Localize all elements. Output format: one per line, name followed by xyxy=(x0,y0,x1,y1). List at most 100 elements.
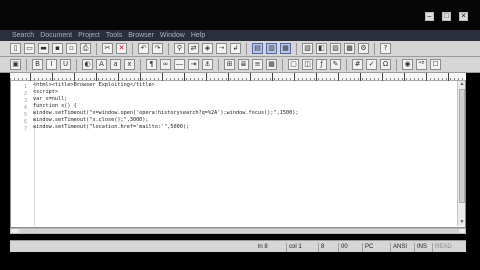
column-ruler xyxy=(10,73,466,81)
bookmark-icon[interactable]: ◈ xyxy=(202,43,213,54)
menu-search[interactable]: Search xyxy=(12,32,34,39)
redo-icon[interactable]: ↷ xyxy=(152,43,163,54)
close-file-icon[interactable]: ✕ xyxy=(116,43,127,54)
ruler-mark xyxy=(52,73,53,81)
image-icon[interactable]: ▩ xyxy=(344,43,355,54)
toolbar-separator xyxy=(246,42,247,55)
ruler-mark xyxy=(162,73,163,81)
rule-icon[interactable]: ― xyxy=(174,59,185,70)
code-line[interactable]: <script> xyxy=(33,89,58,96)
layout-icon[interactable]: ▨ xyxy=(330,43,341,54)
underline-icon[interactable]: U xyxy=(60,59,71,70)
preview-icon[interactable]: ▧ xyxy=(302,43,313,54)
goto-icon[interactable]: ➝ xyxy=(216,43,227,54)
close-button[interactable]: ✕ xyxy=(459,12,468,21)
scroll-down-icon[interactable]: ▼ xyxy=(458,219,466,226)
save-icon[interactable]: ▪ xyxy=(52,43,63,54)
color-picker-icon[interactable]: ◉ xyxy=(402,59,413,70)
ruler-mark xyxy=(448,73,449,81)
indent-icon[interactable]: ⇥ xyxy=(188,59,199,70)
char-icon[interactable]: Ω xyxy=(380,59,391,70)
italic-icon[interactable]: I xyxy=(46,59,57,70)
toolbar-separator xyxy=(218,58,219,71)
table-icon[interactable]: ⊞ xyxy=(224,59,235,70)
print-icon[interactable]: ⎙ xyxy=(80,43,91,54)
line-number: 1 xyxy=(23,84,27,90)
menu-browser[interactable]: Browser xyxy=(128,32,154,39)
script-icon[interactable]: ƒ xyxy=(316,59,327,70)
code-line[interactable]: window.setTimeout("x.close();",3000); xyxy=(33,117,149,124)
anchor-icon[interactable]: ⚓ xyxy=(202,59,213,70)
menu-help[interactable]: Help xyxy=(191,32,205,39)
paragraph-icon[interactable]: ¶ xyxy=(146,59,157,70)
window-controls: – □ ✕ xyxy=(425,12,468,21)
ruler-mark xyxy=(228,73,229,81)
video-letterbox-bottom xyxy=(0,252,480,270)
view-split-icon[interactable]: ▥ xyxy=(266,43,277,54)
superscript-icon[interactable]: x xyxy=(124,59,135,70)
view-design-icon[interactable]: ▦ xyxy=(280,43,291,54)
ruler-mark xyxy=(382,73,383,81)
code-line[interactable]: window.setTimeout("x=window.open('opera:… xyxy=(33,110,298,117)
menu-tools[interactable]: Tools xyxy=(106,32,122,39)
special-icon[interactable]: ☐ xyxy=(430,59,441,70)
ruler-mark xyxy=(360,73,361,81)
ruler-mark xyxy=(294,73,295,81)
vertical-scrollbar[interactable]: ▲ ▼ xyxy=(457,81,465,226)
size-icon[interactable]: a xyxy=(110,59,121,70)
bold-icon[interactable]: B xyxy=(32,59,43,70)
save-all-icon[interactable]: ▫ xyxy=(66,43,77,54)
menu-project[interactable]: Project xyxy=(78,32,100,39)
numbered-list-icon[interactable]: ≡ xyxy=(252,59,263,70)
wrap-icon[interactable]: ↲ xyxy=(230,43,241,54)
horizontal-scroll-thumb[interactable] xyxy=(19,229,459,233)
code-line[interactable]: <html><title>Browser Exploiting</title> xyxy=(33,82,155,89)
status-bar: ln 8 col 1 8 00 PC ANSI INS READ xyxy=(10,240,466,252)
menu-document[interactable]: Document xyxy=(40,32,72,39)
color-icon[interactable]: ◐ xyxy=(82,59,93,70)
horizontal-scrollbar[interactable] xyxy=(10,228,466,234)
image-insert-icon[interactable]: ▦ xyxy=(266,59,277,70)
status-line: ln 8 xyxy=(258,244,268,250)
doc-icon[interactable]: ▣ xyxy=(10,59,21,70)
spell-icon[interactable]: ᴬᴮ xyxy=(416,59,427,70)
toolbar-separator xyxy=(296,42,297,55)
format-toolbar: ▣ B I U ◐ Aa x ¶ ∞ ― ⇥ ⚓ ⊞ ≣ ≡ ▦ ▢ ◫ ƒ ✎ # ✓ Ω ◉ ᴬᴮ ☐ xyxy=(0,57,480,73)
ruler-mark xyxy=(250,73,251,81)
toolbar-separator xyxy=(346,58,347,71)
menu-window[interactable]: Window xyxy=(160,32,185,39)
help-icon[interactable]: ? xyxy=(380,43,391,54)
css-icon[interactable]: # xyxy=(352,59,363,70)
open-file-icon[interactable]: ▭ xyxy=(24,43,35,54)
font-icon[interactable]: A xyxy=(96,59,107,70)
browser-icon[interactable]: ◧ xyxy=(316,43,327,54)
maximize-button[interactable]: □ xyxy=(442,12,451,21)
link-icon[interactable]: ∞ xyxy=(160,59,171,70)
ruler-mark xyxy=(184,73,185,81)
replace-icon[interactable]: ⇄ xyxy=(188,43,199,54)
frame-icon[interactable]: ◫ xyxy=(302,59,313,70)
vertical-scroll-thumb[interactable] xyxy=(459,89,465,203)
undo-icon[interactable]: ↶ xyxy=(138,43,149,54)
list-icon[interactable]: ≣ xyxy=(238,59,249,70)
ruler-mark xyxy=(426,73,427,81)
scroll-up-icon[interactable]: ▲ xyxy=(458,81,466,88)
view-code-icon[interactable]: ▤ xyxy=(252,43,263,54)
minimize-button[interactable]: – xyxy=(425,12,434,21)
code-editor[interactable]: 1234567 <html><title>Browser Exploiting<… xyxy=(10,81,466,228)
status-selection: 8 xyxy=(318,243,324,252)
code-line[interactable]: function x() { xyxy=(33,103,77,110)
code-line[interactable]: window.setTimeout("location.href='mailto… xyxy=(33,124,189,131)
status-encoding: ANSI xyxy=(390,243,407,252)
open-folder-icon[interactable]: ▬ xyxy=(38,43,49,54)
comment-icon[interactable]: ✎ xyxy=(330,59,341,70)
toolbar-separator xyxy=(168,42,169,55)
form-icon[interactable]: ▢ xyxy=(288,59,299,70)
code-line[interactable]: var x=null; xyxy=(33,96,67,103)
cut-icon[interactable]: ✂ xyxy=(102,43,113,54)
find-icon[interactable]: ⚲ xyxy=(174,43,185,54)
settings-icon[interactable]: ⚙ xyxy=(358,43,369,54)
validate-icon[interactable]: ✓ xyxy=(366,59,377,70)
new-file-icon[interactable]: ▯ xyxy=(10,43,21,54)
ruler-mark xyxy=(404,73,405,81)
